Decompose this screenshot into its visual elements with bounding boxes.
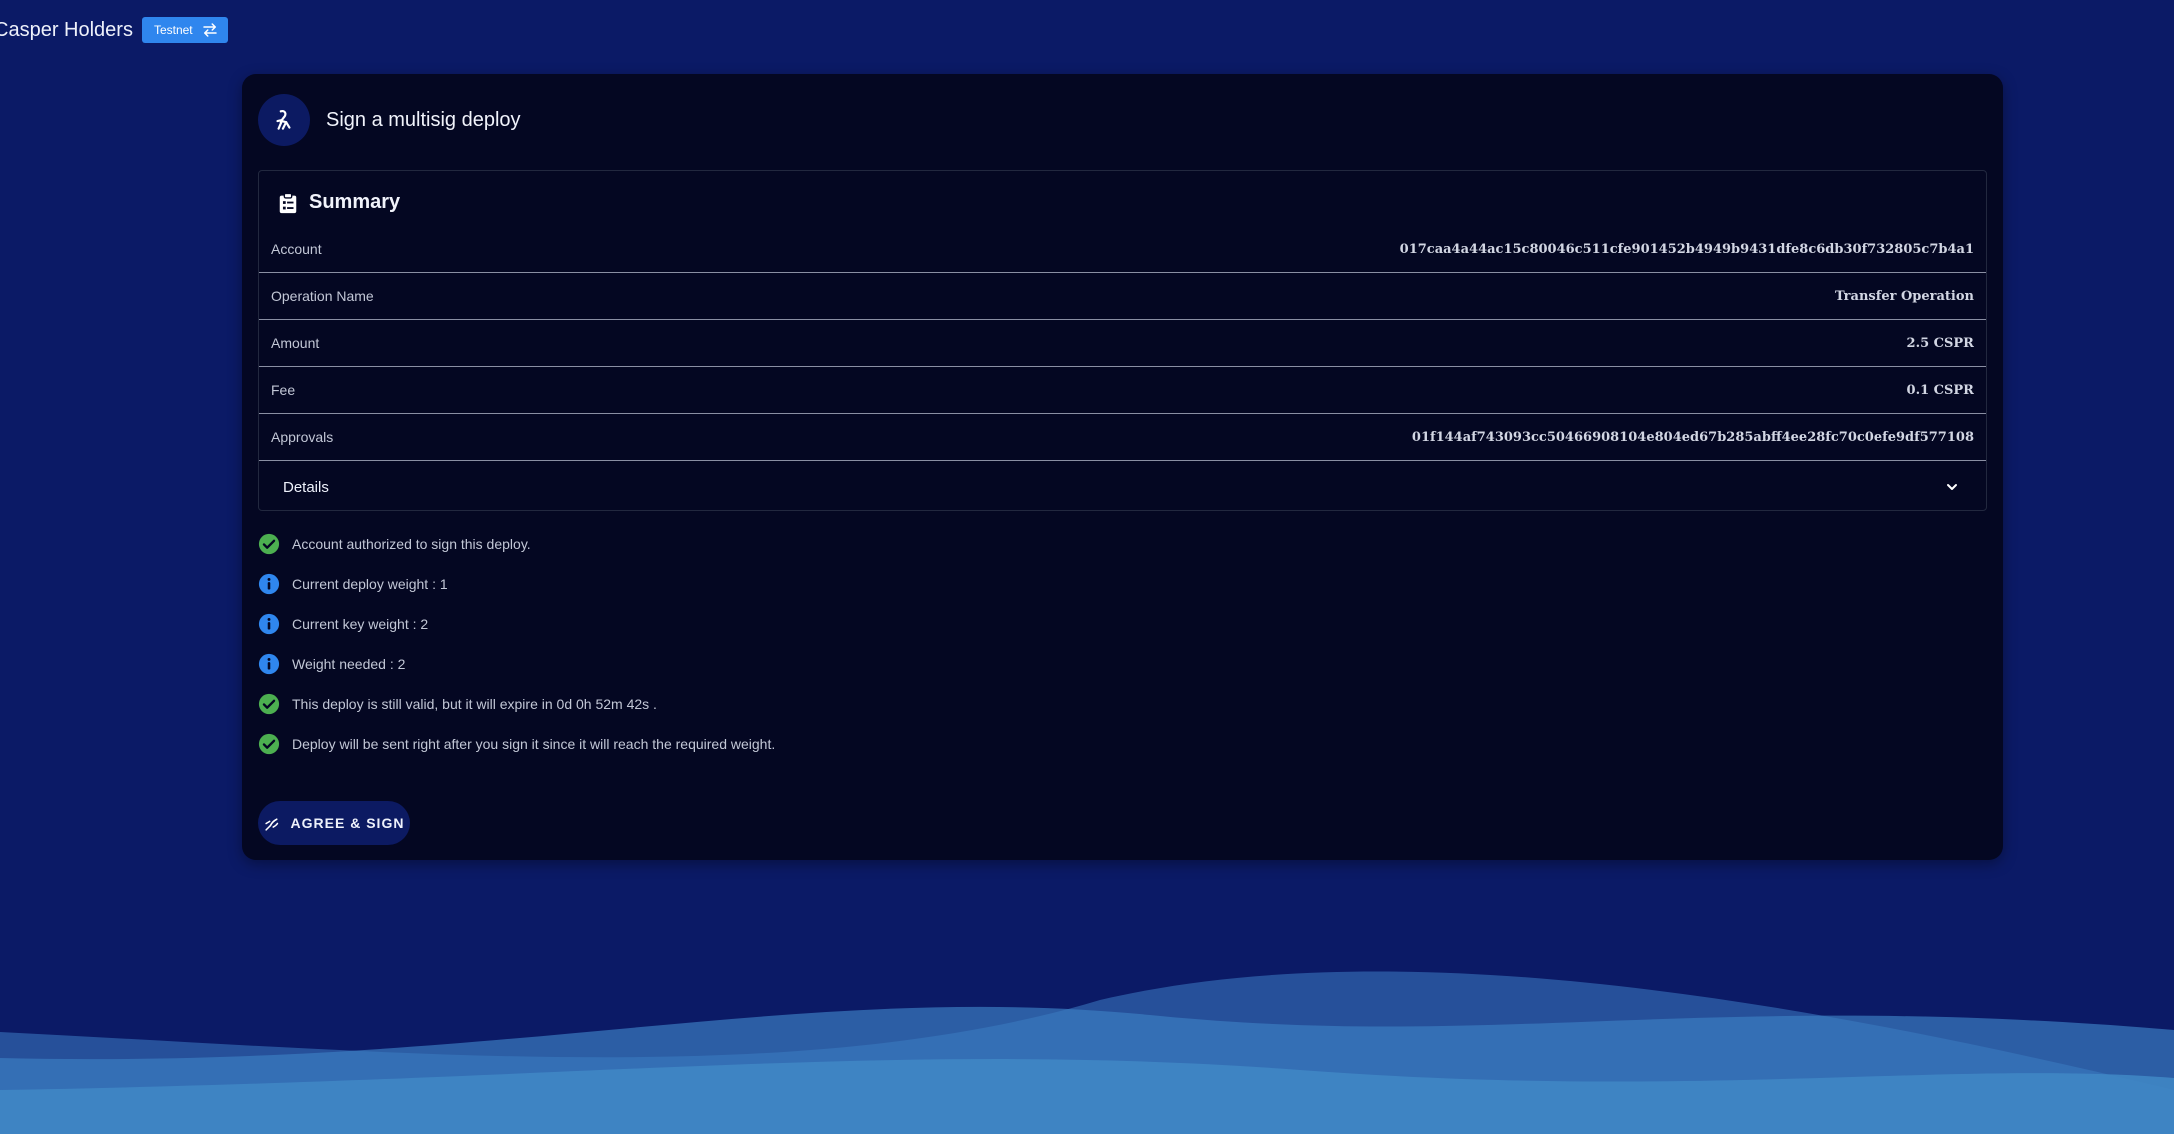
- check-text: Current deploy weight : 1: [292, 576, 448, 592]
- swap-icon: [202, 23, 217, 37]
- row-label: Approvals: [271, 429, 334, 445]
- details-label: Details: [283, 478, 329, 496]
- agree-sign-label: AGREE & SIGN: [290, 815, 405, 831]
- top-bar: Casper Holders Testnet: [0, 14, 228, 46]
- check-circle-icon: [258, 693, 280, 715]
- validation-list: Account authorized to sign this deploy. …: [258, 524, 775, 764]
- check-item: Weight needed : 2: [258, 644, 775, 684]
- check-item: Current deploy weight : 1: [258, 564, 775, 604]
- amount-value: 2.5 CSPR: [1906, 335, 1974, 351]
- avatar: [258, 94, 310, 146]
- check-text: This deploy is still valid, but it will …: [292, 696, 657, 712]
- info-icon: [258, 653, 280, 675]
- details-toggle[interactable]: Details: [259, 461, 1986, 513]
- check-item: This deploy is still valid, but it will …: [258, 684, 775, 724]
- signature-icon: [264, 817, 278, 831]
- check-text: Weight needed : 2: [292, 656, 406, 672]
- summary-row-amount: Amount 2.5 CSPR: [259, 320, 1986, 367]
- page-title: Sign a multisig deploy: [326, 108, 521, 131]
- check-item: Deploy will be sent right after you sign…: [258, 724, 775, 764]
- summary-row-account: Account 017caa4a44ac15c80046c511cfe90145…: [259, 226, 1986, 273]
- account-value: 017caa4a44ac15c80046c511cfe901452b4949b9…: [1399, 241, 1974, 257]
- summary-row-operation: Operation Name Transfer Operation: [259, 273, 1986, 320]
- card-header: Sign a multisig deploy: [258, 94, 521, 146]
- info-icon: [258, 573, 280, 595]
- summary-title: Summary: [309, 191, 401, 213]
- network-label: Testnet: [153, 23, 193, 37]
- app-title[interactable]: Casper Holders: [0, 19, 133, 42]
- summary-row-fee: Fee 0.1 CSPR: [259, 367, 1986, 414]
- wave-decoration: [0, 971, 2174, 1134]
- info-icon: [258, 613, 280, 635]
- check-text: Deploy will be sent right after you sign…: [292, 736, 776, 752]
- network-switch-button[interactable]: Testnet: [141, 17, 228, 43]
- signature-icon: [276, 109, 291, 130]
- check-circle-icon: [258, 733, 280, 755]
- summary-rows: Account 017caa4a44ac15c80046c511cfe90145…: [259, 226, 1986, 513]
- row-label: Amount: [271, 335, 320, 351]
- check-text: Current key weight : 2: [292, 616, 429, 632]
- operation-value: Transfer Operation: [1834, 288, 1974, 304]
- check-text: Account authorized to sign this deploy.: [292, 536, 531, 552]
- agree-sign-button[interactable]: AGREE & SIGN: [258, 801, 410, 845]
- sign-deploy-card: Sign a multisig deploy Summary Account 0…: [242, 74, 2003, 860]
- approvals-value: 01f144af743093cc50466908104e804ed67b285a…: [1411, 429, 1974, 445]
- clipboard-icon: [279, 192, 297, 213]
- row-label: Fee: [271, 382, 296, 398]
- fee-value: 0.1 CSPR: [1906, 382, 1974, 398]
- check-item: Current key weight : 2: [258, 604, 775, 644]
- summary-row-approvals: Approvals 01f144af743093cc50466908104e80…: [259, 414, 1986, 461]
- summary-header: Summary: [277, 191, 400, 214]
- check-circle-icon: [258, 533, 280, 555]
- check-item: Account authorized to sign this deploy.: [258, 524, 775, 564]
- chevron-down-icon: [1947, 484, 1957, 490]
- row-label: Account: [271, 241, 322, 257]
- row-label: Operation Name: [271, 288, 374, 304]
- summary-panel: Summary Account 017caa4a44ac15c80046c511…: [258, 170, 1987, 511]
